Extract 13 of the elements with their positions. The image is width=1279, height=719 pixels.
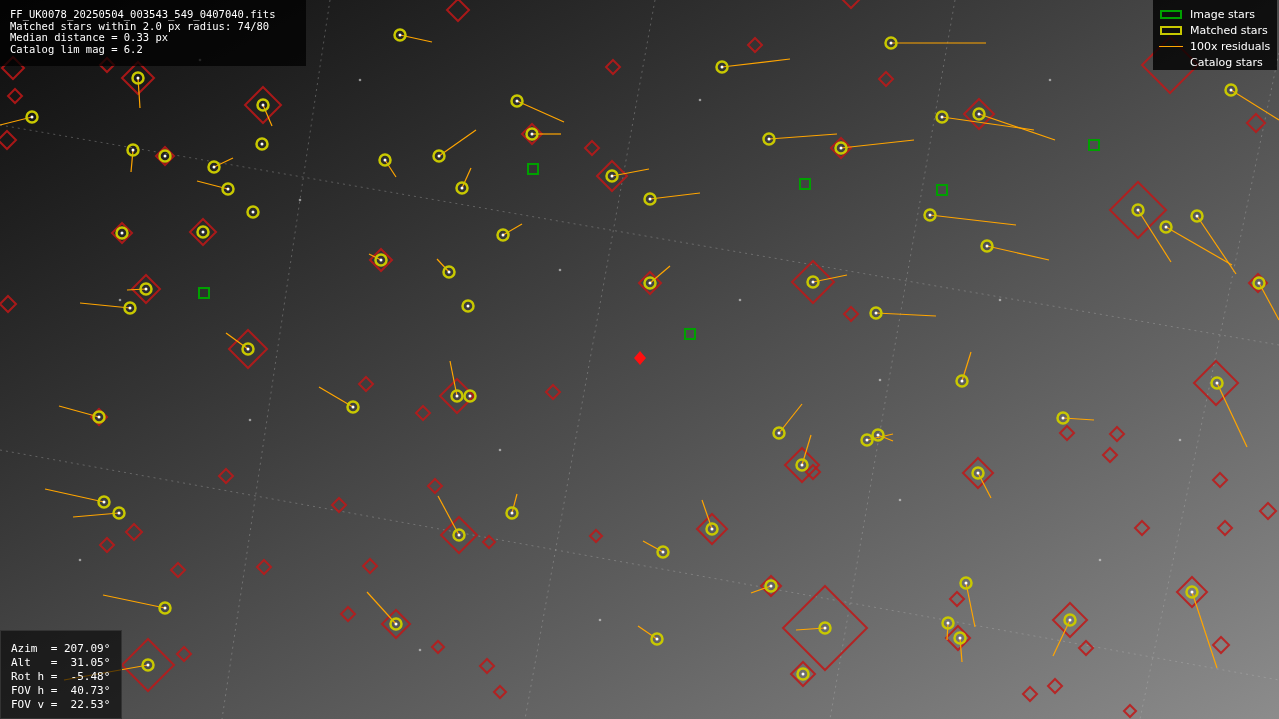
pointing-text: Rot h = -5.48° <box>11 670 112 684</box>
legend-label: 100x residuals <box>1190 39 1271 54</box>
info-text: Median distance = 0.33 px <box>10 32 169 44</box>
pointing-text: Alt = 31.05° <box>11 656 112 670</box>
info-text: FF_UK0078_20250504_003543_549_0407040.fits <box>10 9 277 21</box>
pointing-text: Azim = 207.09° <box>11 642 112 656</box>
info-text: Matched stars within 2.0 px radius: 74/80 <box>10 20 270 32</box>
legend-label: Matched stars <box>1190 23 1268 38</box>
info-text: Catalog lim mag = 6.2 <box>10 43 144 55</box>
legend-label: Image stars <box>1190 7 1255 22</box>
legend-label: Catalog stars <box>1190 55 1263 70</box>
pointing-text: FOV v = 22.53° <box>11 698 112 712</box>
pointing-text: FOV h = 40.73° <box>11 684 112 698</box>
